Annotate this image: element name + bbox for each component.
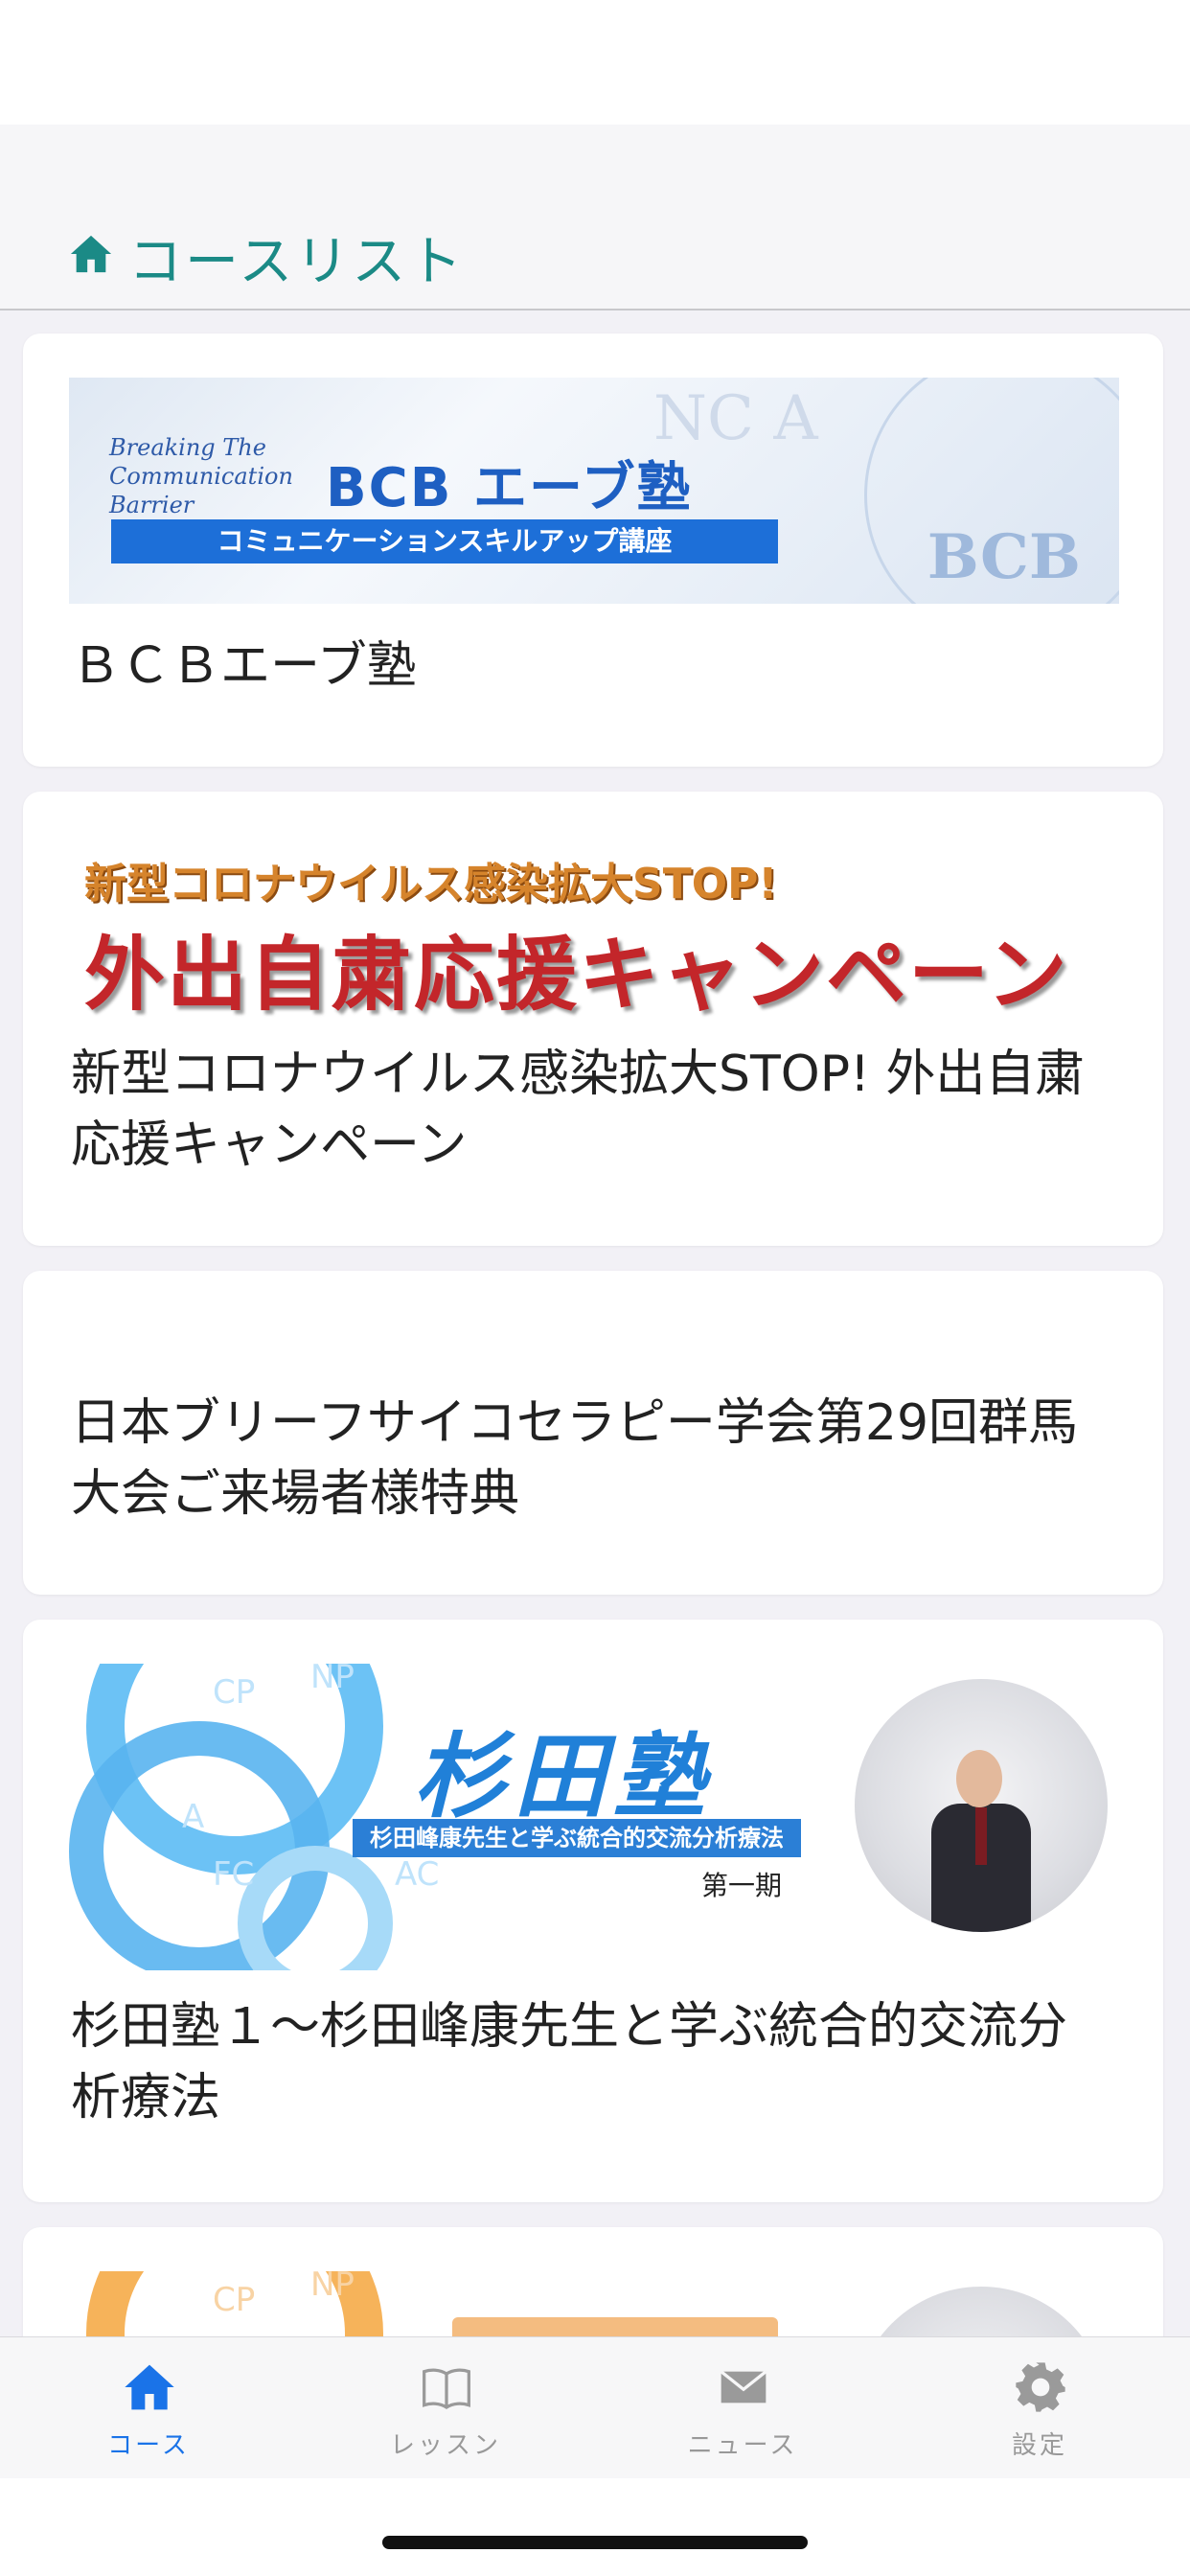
banner-title: 外出自粛応援キャンペーン <box>84 928 1069 1022</box>
banner-letter: AC <box>395 1855 440 1894</box>
course-card-bcb[interactable]: NC A BCB Breaking The Communication Barr… <box>23 334 1163 767</box>
tab-news[interactable]: ニュース <box>594 2337 891 2479</box>
instructor-photo <box>855 2287 1108 2336</box>
course-banner-corona: 新型コロナウイルス感染拡大STOP! 外出自粛応援キャンペーン <box>69 840 1119 1031</box>
portrait-head <box>956 1750 1002 1807</box>
portrait-tie <box>975 1807 987 1865</box>
banner-letter: CP <box>213 1673 256 1712</box>
course-banner-sugita: CP NP A FC AC 杉田塾 杉田峰康先生と学ぶ統合的交流分析療法 第一期 <box>69 1664 1119 1970</box>
banner-title-fragment <box>452 2317 778 2336</box>
page-title: コースリスト <box>128 231 466 293</box>
banner-watermark: NC A <box>653 383 818 454</box>
tab-settings[interactable]: 設定 <box>891 2337 1188 2479</box>
tab-courses[interactable]: コース <box>0 2337 297 2479</box>
course-list[interactable]: NC A BCB Breaking The Communication Barr… <box>0 310 1190 2336</box>
home-icon <box>70 235 112 273</box>
tab-bar: コース レッスン ニュース 設定 <box>0 2336 1190 2479</box>
tab-label: 設定 <box>1011 2431 1067 2460</box>
course-card-corona[interactable]: 新型コロナウイルス感染拡大STOP! 外出自粛応援キャンペーン 新型コロナウイル… <box>23 792 1163 1246</box>
home-icon <box>125 2364 174 2410</box>
course-title: ＢＣＢエーブ塾 <box>71 637 417 695</box>
book-icon <box>423 2368 470 2409</box>
tab-label: ニュース <box>687 2431 798 2460</box>
course-card-brief-therapy[interactable]: 日本ブリーフサイコセラピー学会第29回群馬大会ご来場者様特典 <box>23 1271 1163 1595</box>
course-card-partial[interactable]: CP NP <box>23 2227 1163 2336</box>
status-bar <box>0 0 1190 125</box>
banner-letter: NP <box>310 2271 355 2304</box>
banner-strip: 杉田峰康先生と学ぶ統合的交流分析療法 <box>353 1819 801 1857</box>
banner-subtitle: 新型コロナウイルス感染拡大STOP! <box>84 860 778 908</box>
banner-title: BCB エーブ塾 <box>326 457 693 519</box>
course-title: 新型コロナウイルス感染拡大STOP! 外出自粛応援キャンペーン <box>71 1046 1086 1174</box>
home-indicator-area <box>0 2478 1190 2576</box>
banner-tagline: Breaking The Communication Barrier <box>109 433 293 519</box>
course-title: 杉田塾１～杉田峰康先生と学ぶ統合的交流分析療法 <box>71 1998 1068 2127</box>
course-title: 日本ブリーフサイコセラピー学会第29回群馬大会ご来場者様特典 <box>71 1394 1079 1523</box>
banner-strip: コミュニケーションスキルアップ講座 <box>111 519 778 564</box>
banner-seal-text: BCB <box>927 521 1081 593</box>
instructor-photo <box>855 1679 1108 1932</box>
page-header: コースリスト <box>0 125 1190 310</box>
banner-tagline-line: Barrier <box>109 492 195 518</box>
banner-tagline-line: Communication <box>109 463 293 490</box>
gear-icon <box>1016 2362 1065 2412</box>
tab-lessons[interactable]: レッスン <box>297 2337 594 2479</box>
banner-letter: FC <box>213 1855 255 1894</box>
banner-letter: A <box>182 1798 205 1836</box>
banner-letter: NP <box>310 1664 355 1696</box>
envelope-icon <box>720 2370 767 2404</box>
course-banner-partial: CP NP <box>69 2271 1119 2336</box>
course-card-sugita[interactable]: CP NP A FC AC 杉田塾 杉田峰康先生と学ぶ統合的交流分析療法 第一期… <box>23 1620 1163 2202</box>
banner-letter: CP <box>213 2281 256 2319</box>
banner-tagline-line: Breaking The <box>109 434 266 461</box>
tab-label: レッスン <box>389 2431 501 2460</box>
banner-subtitle: 第一期 <box>701 1870 783 1901</box>
home-indicator[interactable] <box>382 2536 808 2549</box>
tab-label: コース <box>107 2431 190 2460</box>
course-banner-bcb: NC A BCB Breaking The Communication Barr… <box>69 378 1119 604</box>
banner-title: 杉田塾 <box>414 1722 713 1830</box>
